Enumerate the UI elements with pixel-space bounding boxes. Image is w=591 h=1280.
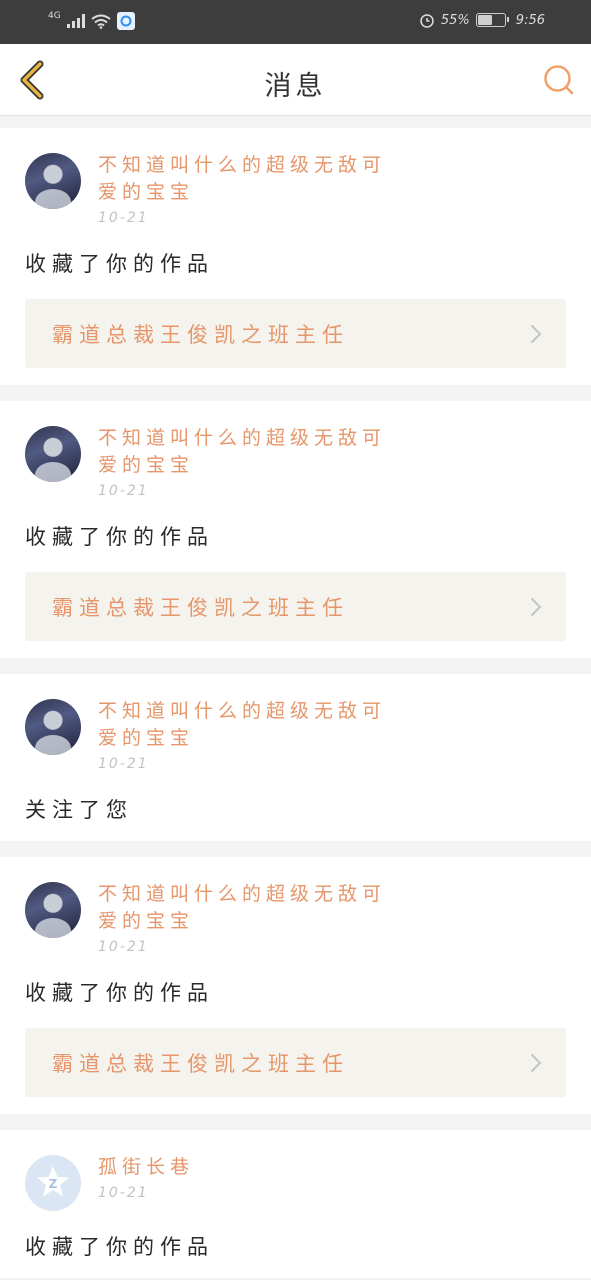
message-date: 10-21 <box>98 939 149 955</box>
chevron-right-icon <box>531 598 542 616</box>
work-title: 霸道总裁王俊凯之班主任 <box>52 595 349 620</box>
chevron-right-icon <box>531 1054 542 1072</box>
work-link[interactable]: 霸道总裁王俊凯之班主任 <box>25 1028 566 1097</box>
work-link[interactable]: 霸道总裁王俊凯之班主任 <box>25 572 566 641</box>
message-action: 关注了您 <box>25 798 133 822</box>
clock: 9:56 <box>515 12 545 28</box>
qq-default-avatar-icon: Z <box>37 1166 69 1197</box>
status-bar: 4G 55% 9:56 <box>0 0 591 44</box>
message-card[interactable]: 不知道叫什么的超级无敌可爱的宝宝 10-21 收藏了你的作品 霸道总裁王俊凯之班… <box>0 857 591 1114</box>
message-date: 10-21 <box>98 483 149 499</box>
avatar[interactable] <box>25 153 81 209</box>
message-action: 收藏了你的作品 <box>25 1235 214 1259</box>
message-action: 收藏了你的作品 <box>25 981 214 1005</box>
network-type: 4G <box>48 11 61 21</box>
battery-percent: 55% <box>440 12 470 28</box>
message-list: 不知道叫什么的超级无敌可爱的宝宝 10-21 收藏了你的作品 霸道总裁王俊凯之班… <box>0 128 591 1280</box>
app-notification-icon <box>116 12 135 30</box>
wifi-icon <box>91 14 111 29</box>
username[interactable]: 不知道叫什么的超级无敌可爱的宝宝 <box>98 881 388 935</box>
message-date: 10-21 <box>98 756 149 772</box>
message-date: 10-21 <box>98 210 149 226</box>
chevron-right-icon <box>531 325 542 343</box>
work-title: 霸道总裁王俊凯之班主任 <box>52 1051 349 1076</box>
avatar[interactable] <box>25 882 81 938</box>
work-title: 霸道总裁王俊凯之班主任 <box>52 322 349 347</box>
message-card[interactable]: 不知道叫什么的超级无敌可爱的宝宝 10-21 关注了您 <box>0 674 591 841</box>
search-icon <box>544 65 574 95</box>
message-action: 收藏了你的作品 <box>25 252 214 276</box>
signal-icon <box>66 14 85 28</box>
battery-icon <box>475 13 509 27</box>
message-card[interactable]: Z 孤街长巷 10-21 收藏了你的作品 <box>0 1130 591 1278</box>
message-card[interactable]: 不知道叫什么的超级无敌可爱的宝宝 10-21 收藏了你的作品 霸道总裁王俊凯之班… <box>0 401 591 658</box>
username[interactable]: 不知道叫什么的超级无敌可爱的宝宝 <box>98 152 388 206</box>
message-card[interactable]: 不知道叫什么的超级无敌可爱的宝宝 10-21 收藏了你的作品 霸道总裁王俊凯之班… <box>0 128 591 385</box>
svg-text:Z: Z <box>49 1177 58 1191</box>
message-date: 10-21 <box>98 1185 149 1201</box>
alarm-icon <box>420 14 434 28</box>
nav-bar: 消息 <box>0 44 591 116</box>
search-button[interactable] <box>541 62 577 98</box>
username[interactable]: 孤街长巷 <box>98 1154 388 1181</box>
default-avatar[interactable]: Z <box>25 1155 81 1211</box>
avatar[interactable] <box>25 426 81 482</box>
username[interactable]: 不知道叫什么的超级无敌可爱的宝宝 <box>98 425 388 479</box>
message-action: 收藏了你的作品 <box>25 525 214 549</box>
page-title: 消息 <box>264 71 327 102</box>
work-link[interactable]: 霸道总裁王俊凯之班主任 <box>25 299 566 368</box>
avatar[interactable] <box>25 699 81 755</box>
username[interactable]: 不知道叫什么的超级无敌可爱的宝宝 <box>98 698 388 752</box>
